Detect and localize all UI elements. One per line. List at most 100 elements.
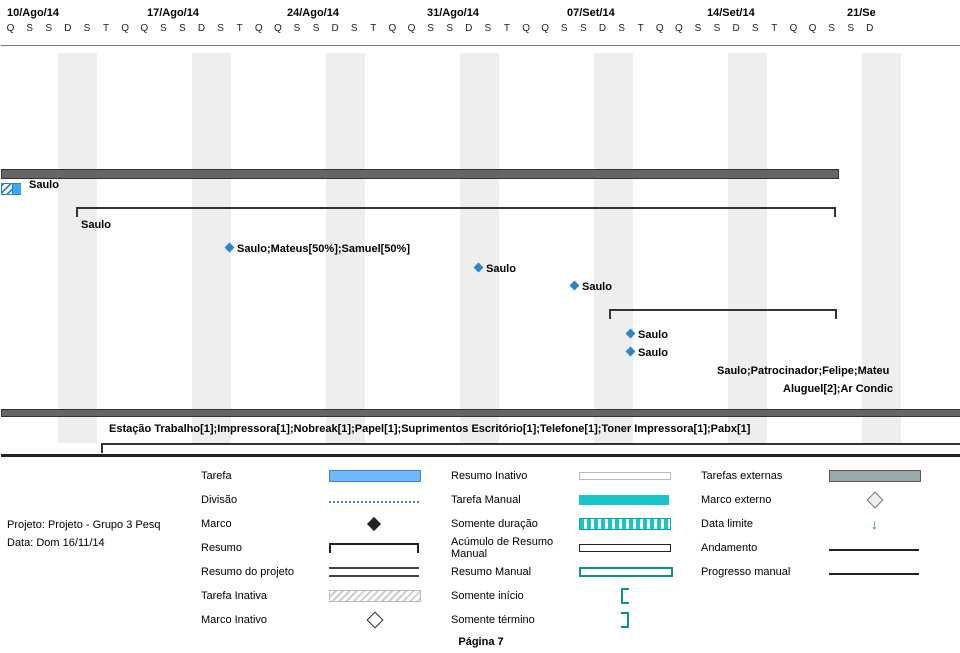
task-label: Estação Trabalho[1];Impressora[1];Nobrea…: [109, 423, 750, 435]
legend-swatch-manual: [579, 495, 669, 505]
legend-item: Resumo do projeto: [201, 563, 451, 581]
legend-label: Tarefa Manual: [451, 494, 571, 506]
legend-label: Divisão: [201, 494, 321, 506]
timescale-date: 24/Ago/14: [281, 7, 421, 19]
timescale-day: T: [631, 23, 650, 34]
legend-label: Marco: [201, 518, 321, 530]
timescale-day: S: [307, 23, 326, 34]
timescale-header: 10/Ago/1417/Ago/1424/Ago/1431/Ago/1407/S…: [1, 7, 960, 41]
timescale-day: S: [440, 23, 459, 34]
legend-swatch-inactive-milestone: [367, 612, 384, 629]
timescale-day: D: [459, 23, 478, 34]
timescale-tier-2: QSSDSTQQSSDSTQQSSDSTQQSSDSTQQSSDSTQQSSDS…: [1, 23, 960, 34]
timescale-day: Q: [517, 23, 536, 34]
timescale-day: S: [421, 23, 440, 34]
timescale-day: T: [96, 23, 115, 34]
legend-item: Andamento: [701, 539, 951, 557]
timescale-day: D: [593, 23, 612, 34]
task-label: Saulo: [571, 281, 612, 293]
legend-swatch-milestone: [367, 517, 381, 531]
legend-swatch-deadline: ↓: [871, 516, 878, 532]
legend-item: Tarefa Inativa: [201, 587, 451, 605]
summary-bar-dark: [1, 409, 960, 417]
legend-swatch-progress: [829, 549, 919, 551]
timescale-date: 21/Se: [841, 7, 907, 19]
legend-item: Marco externo: [701, 491, 951, 509]
legend-item: Marco Inativo: [201, 611, 451, 629]
task-label: Saulo: [627, 347, 668, 359]
legend-swatch-project-summary: [329, 567, 419, 577]
timescale-day: Q: [383, 23, 402, 34]
legend-swatch-summary: [329, 543, 419, 553]
legend-swatch-manual-progress: [829, 573, 919, 575]
legend-swatch-duration: [579, 518, 671, 530]
task-label: Aluguel[2];Ar Condic: [783, 383, 893, 395]
summary-bar: [76, 207, 836, 217]
timescale-day: D: [326, 23, 345, 34]
legend-label: Resumo do projeto: [201, 566, 321, 578]
timescale-day: Q: [803, 23, 822, 34]
timescale-day: D: [58, 23, 77, 34]
timescale-day: S: [707, 23, 726, 34]
timescale-date: 17/Ago/14: [141, 7, 281, 19]
legend-item: Marco: [201, 515, 451, 533]
timescale-day: S: [77, 23, 96, 34]
timescale-day: S: [173, 23, 192, 34]
task-label: Saulo: [627, 329, 668, 341]
timescale-day: S: [478, 23, 497, 34]
timescale-day: S: [574, 23, 593, 34]
task-label: Saulo: [81, 219, 111, 231]
task-label-text: Saulo: [638, 347, 668, 359]
timescale-tier-1: 10/Ago/1417/Ago/1424/Ago/1431/Ago/1407/S…: [1, 7, 960, 19]
legend-item: Somente início: [451, 587, 701, 605]
timescale-day: S: [211, 23, 230, 34]
legend-item: Resumo Inativo: [451, 467, 701, 485]
legend-item: Tarefa Manual: [451, 491, 701, 509]
legend-swatch-external: [829, 470, 921, 482]
timescale-day: S: [746, 23, 765, 34]
timescale-day: S: [287, 23, 306, 34]
timescale-day: Q: [135, 23, 154, 34]
timescale-day: Q: [249, 23, 268, 34]
timescale-day: S: [555, 23, 574, 34]
task-label: Saulo: [475, 263, 516, 275]
task-label-text: Saulo: [582, 281, 612, 293]
legend-item: Somente duração: [451, 515, 701, 533]
project-date-prefix: Data:: [7, 537, 36, 549]
task-label-text: Saulo: [486, 263, 516, 275]
timescale-day: S: [822, 23, 841, 34]
timescale-day: Q: [669, 23, 688, 34]
legend-label: Marco externo: [701, 494, 821, 506]
timescale-day: S: [612, 23, 631, 34]
legend-swatch-inactive-task: [329, 590, 421, 602]
timescale-day: S: [154, 23, 173, 34]
legend-item: Tarefa: [201, 467, 451, 485]
legend-item: Resumo Manual: [451, 563, 701, 581]
summary-bar: [101, 443, 960, 453]
legend-label: Tarefas externas: [701, 470, 821, 482]
legend-swatch-external-milestone: [867, 492, 884, 509]
legend-item: Somente término: [451, 611, 701, 629]
timescale-day: Q: [536, 23, 555, 34]
timescale-date: 07/Set/14: [561, 7, 701, 19]
legend-swatch-task: [329, 470, 421, 482]
task-progress: [1, 183, 13, 195]
legend-item: Data limite↓: [701, 515, 951, 533]
legend-panel: Projeto: Projeto - Grupo 3 Pesq Data: Do…: [1, 454, 960, 652]
timescale-day: Q: [650, 23, 669, 34]
legend-item: Tarefas externas: [701, 467, 951, 485]
gantt-chart-area[interactable]: Saulo Saulo Saulo;Mateus[50%];Samuel[50%…: [1, 41, 960, 446]
timescale-day: Q: [1, 23, 20, 34]
timescale-day: Q: [784, 23, 803, 34]
task-label: Saulo;Mateus[50%];Samuel[50%]: [226, 243, 410, 255]
project-name-prefix: Projeto:: [7, 519, 48, 531]
legend-swatch-start-only: [621, 588, 629, 604]
legend-swatch-manual-summary: [579, 567, 673, 577]
legend-label: Marco Inativo: [201, 614, 321, 626]
legend-label: Resumo: [201, 542, 321, 554]
legend-item: Resumo: [201, 539, 451, 557]
timescale-day: T: [230, 23, 249, 34]
timescale-date: 31/Ago/14: [421, 7, 561, 19]
legend-item: Acúmulo de Resumo Manual: [451, 539, 701, 557]
legend-swatch-inactive-summary: [579, 472, 671, 480]
